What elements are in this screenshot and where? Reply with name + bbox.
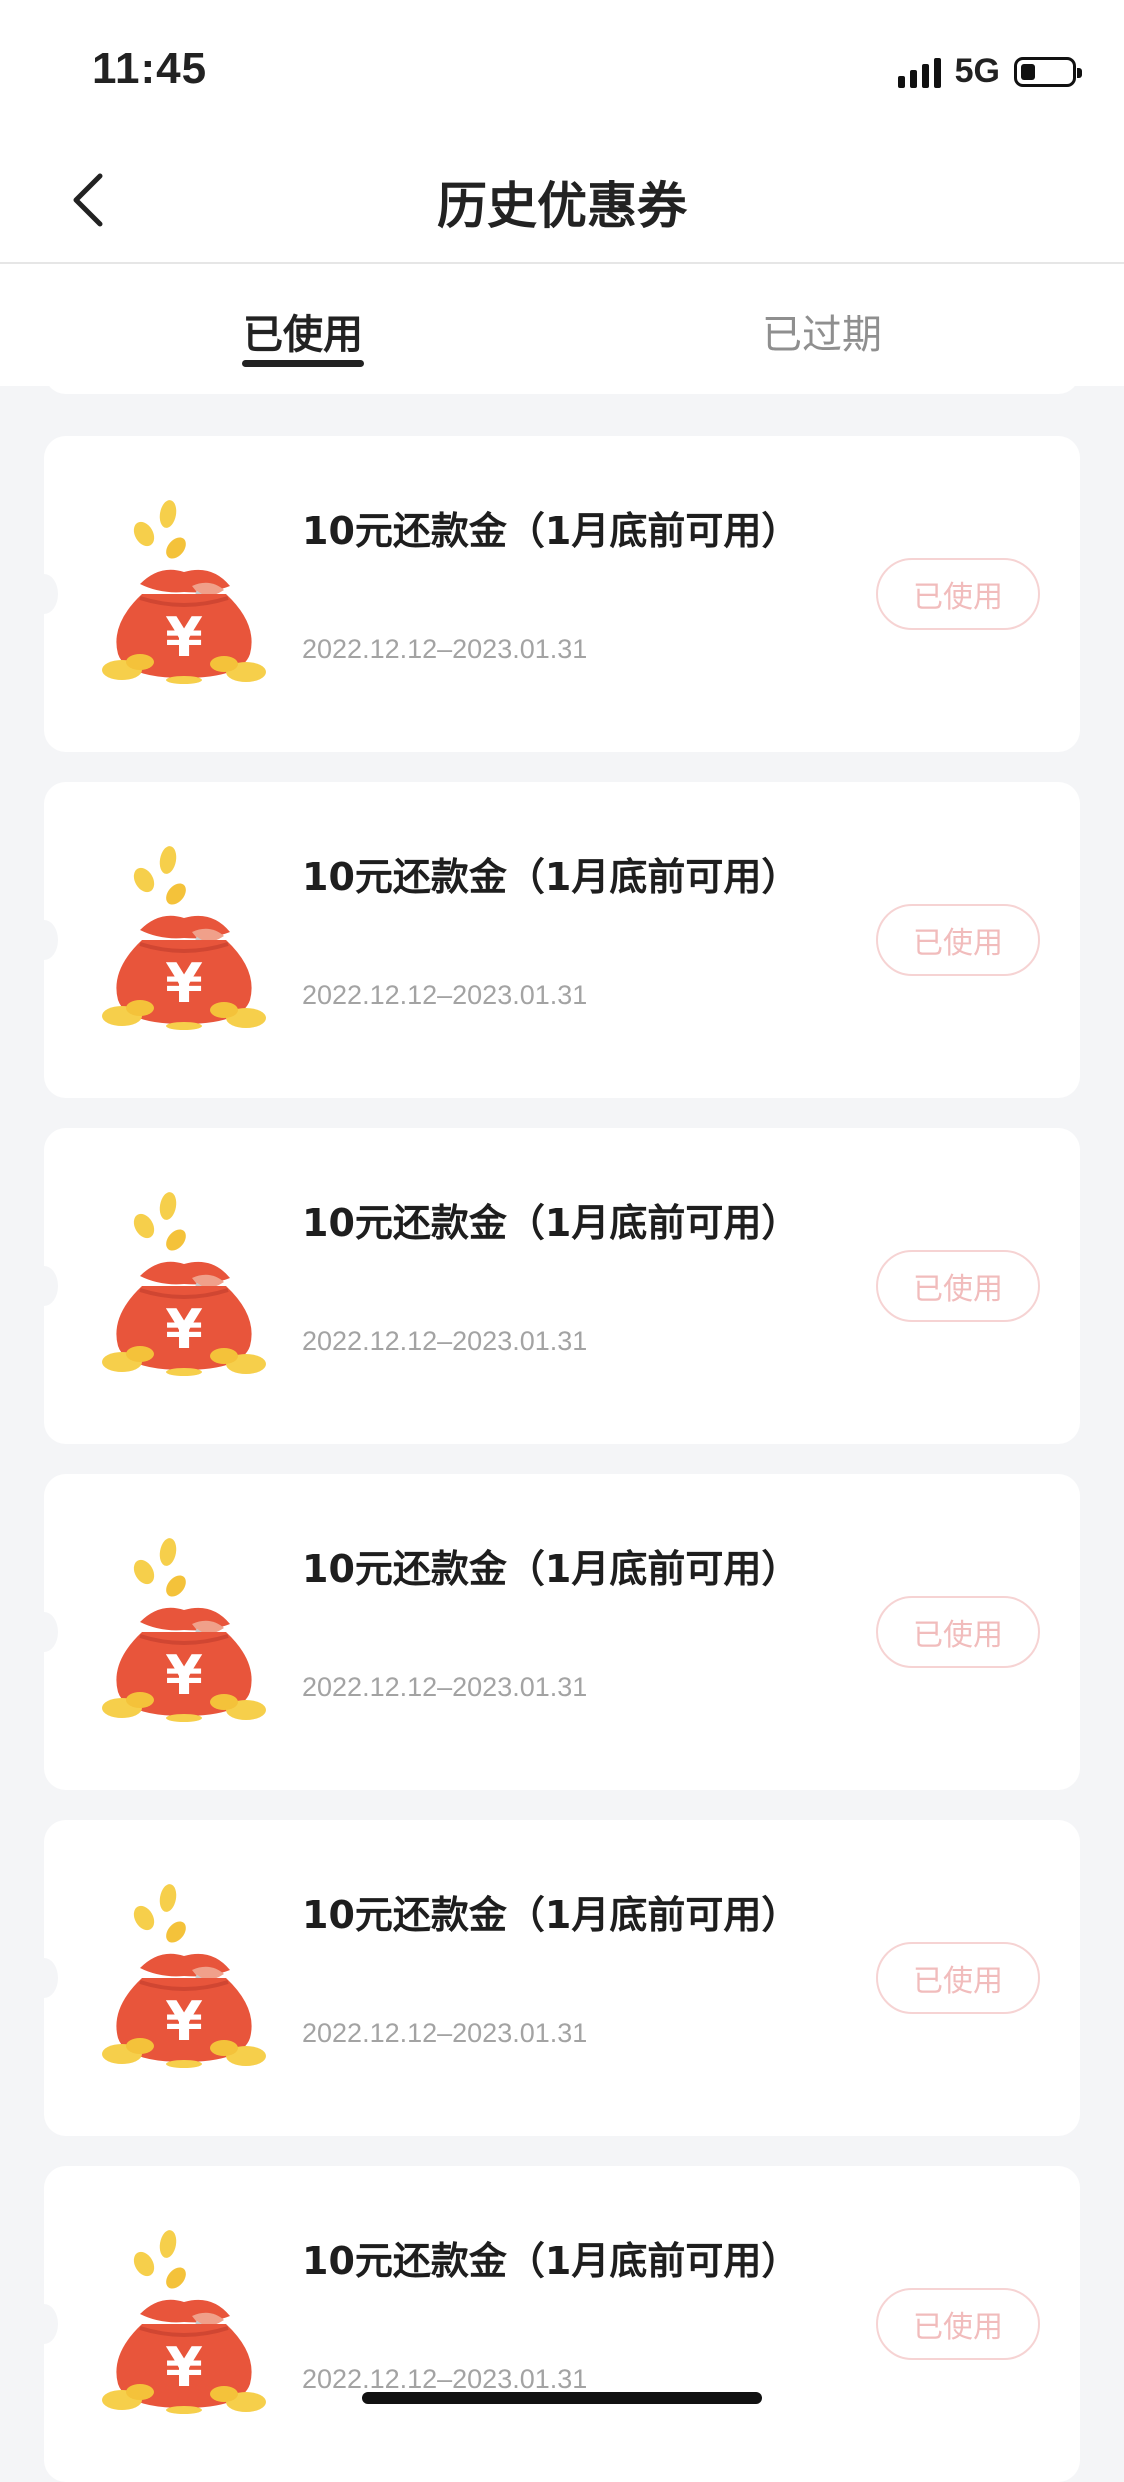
svg-text:¥: ¥ (165, 1644, 203, 1707)
used-status-button[interactable]: 已使用 (876, 1942, 1040, 2014)
page-title: 历史优惠券 (437, 177, 687, 235)
coupon-title: 10元还款金（1月底前可用） (302, 855, 800, 899)
ticket-notch (30, 574, 58, 614)
tab-bar: 已使用 已过期 (0, 264, 1124, 386)
coupon-card[interactable]: ¥ 10元还款金（1月底前可用） 2022.12.12–2023.01.31 已… (30, 1474, 1080, 1790)
used-status-button[interactable]: 已使用 (876, 904, 1040, 976)
used-status-button[interactable]: 已使用 (876, 2288, 1040, 2360)
money-bag-icon: ¥ (102, 846, 266, 1030)
svg-text:¥: ¥ (165, 606, 203, 669)
tab-used[interactable]: 已使用 (222, 302, 384, 360)
svg-text:¥: ¥ (165, 1298, 203, 1361)
home-indicator (362, 2392, 762, 2404)
coupon-card-partial (44, 370, 1080, 394)
coupon-validity-date: 2022.12.12–2023.01.31 (302, 634, 588, 664)
money-bag-icon: ¥ (102, 1884, 266, 2068)
coupon-title: 10元还款金（1月底前可用） (302, 1201, 800, 1245)
svg-text:¥: ¥ (165, 1990, 203, 2053)
money-bag-icon: ¥ (102, 2230, 266, 2414)
coupon-card[interactable]: ¥ 10元还款金（1月底前可用） 2022.12.12–2023.01.31 已… (30, 782, 1080, 1098)
coupon-card[interactable]: ¥ 10元还款金（1月底前可用） 2022.12.12–2023.01.31 已… (30, 1820, 1080, 2136)
money-bag-icon: ¥ (102, 500, 266, 684)
ticket-notch (30, 1612, 58, 1652)
used-status-button[interactable]: 已使用 (876, 1596, 1040, 1668)
coupon-card[interactable]: ¥ 10元还款金（1月底前可用） 2022.12.12–2023.01.31 已… (30, 436, 1080, 752)
ticket-notch (30, 2304, 58, 2344)
coupon-card[interactable]: ¥ 10元还款金（1月底前可用） 2022.12.12–2023.01.31 已… (30, 1128, 1080, 1444)
status-indicators: 5G (897, 52, 1082, 91)
coupon-validity-date: 2022.12.12–2023.01.31 (302, 1326, 588, 1356)
used-status-button[interactable]: 已使用 (876, 558, 1040, 630)
used-status-button[interactable]: 已使用 (876, 1250, 1040, 1322)
coupon-title: 10元还款金（1月底前可用） (302, 509, 800, 553)
nav-header: 历史优惠券 (0, 140, 1124, 264)
ticket-notch (30, 1958, 58, 1998)
coupon-title: 10元还款金（1月底前可用） (302, 1893, 800, 1937)
svg-text:¥: ¥ (165, 2336, 203, 2399)
network-type: 5G (954, 52, 1000, 90)
ticket-notch (30, 1266, 58, 1306)
signal-icon (897, 56, 941, 88)
coupon-card[interactable]: ¥ 10元还款金（1月底前可用） 2022.12.12–2023.01.31 已… (30, 2166, 1080, 2482)
ticket-notch (30, 920, 58, 960)
coupon-title: 10元还款金（1月底前可用） (302, 2239, 800, 2283)
active-tab-indicator (242, 360, 364, 367)
coupon-title: 10元还款金（1月底前可用） (302, 1547, 800, 1591)
coupon-validity-date: 2022.12.12–2023.01.31 (302, 2364, 588, 2394)
money-bag-icon: ¥ (102, 1192, 266, 1376)
svg-text:¥: ¥ (165, 952, 203, 1015)
coupon-validity-date: 2022.12.12–2023.01.31 (302, 1672, 588, 1702)
coupon-validity-date: 2022.12.12–2023.01.31 (302, 2018, 588, 2048)
status-bar: 11:45 5G (0, 0, 1124, 140)
tab-expired[interactable]: 已过期 (744, 302, 900, 360)
battery-icon (1014, 56, 1082, 87)
money-bag-icon: ¥ (102, 1538, 266, 1722)
status-time: 11:45 (92, 44, 208, 93)
coupon-validity-date: 2022.12.12–2023.01.31 (302, 980, 588, 1010)
